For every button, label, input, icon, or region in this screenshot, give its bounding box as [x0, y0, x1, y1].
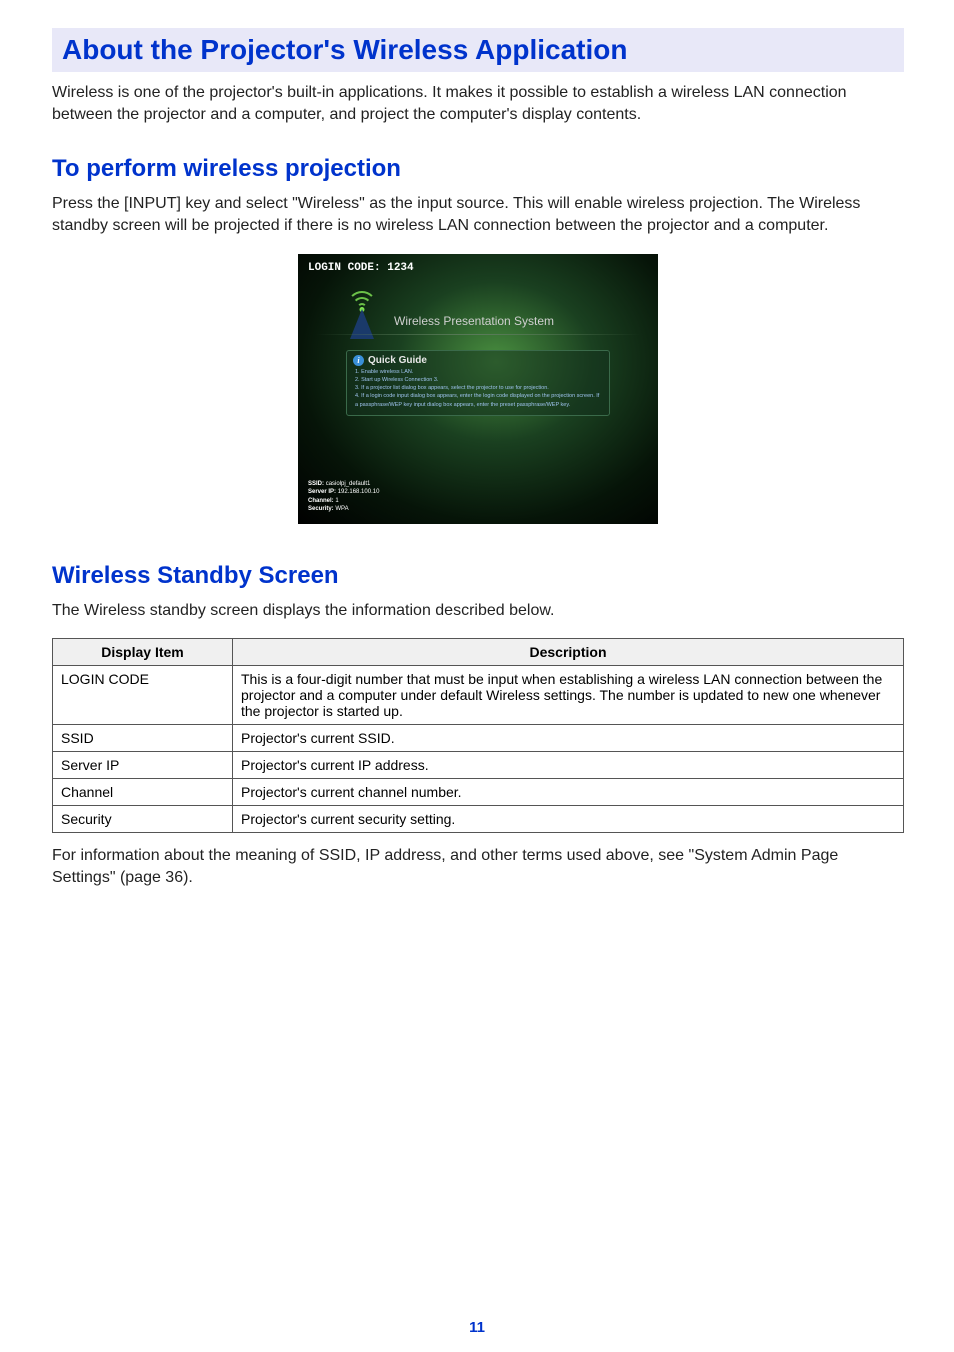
- page-title: About the Projector's Wireless Applicati…: [62, 34, 894, 66]
- title-banner: About the Projector's Wireless Applicati…: [52, 28, 904, 72]
- server-ip-value: 192.168.100.10: [338, 489, 380, 495]
- cell-desc: Projector's current security setting.: [233, 805, 904, 832]
- quick-guide-panel: i Quick Guide 1. Enable wireless LAN. 2.…: [346, 350, 610, 416]
- th-description: Description: [233, 638, 904, 665]
- cell-desc: Projector's current IP address.: [233, 751, 904, 778]
- system-title: Wireless Presentation System: [394, 314, 554, 328]
- section-2-body: The Wireless standby screen displays the…: [52, 600, 904, 622]
- th-display-item: Display Item: [53, 638, 233, 665]
- table-row: Security Projector's current security se…: [53, 805, 904, 832]
- table-row: Server IP Projector's current IP address…: [53, 751, 904, 778]
- wifi-icon: [343, 289, 381, 339]
- qg-step: 4. If a login code input dialog box appe…: [353, 392, 603, 409]
- channel-label: Channel:: [308, 498, 334, 504]
- table-row: SSID Projector's current SSID.: [53, 724, 904, 751]
- intro-paragraph: Wireless is one of the projector's built…: [52, 82, 904, 127]
- after-table-note: For information about the meaning of SSI…: [52, 845, 904, 890]
- standby-screenshot: LOGIN CODE: 1234 Wireless Presentation S…: [298, 254, 658, 524]
- channel-value: 1: [335, 498, 338, 504]
- table-row: LOGIN CODE This is a four-digit number t…: [53, 665, 904, 724]
- section-1-body: Press the [INPUT] key and select "Wirele…: [52, 193, 904, 238]
- cell-item: SSID: [53, 724, 233, 751]
- section-2-heading: Wireless Standby Screen: [52, 562, 904, 590]
- cell-desc: This is a four-digit number that must be…: [233, 665, 904, 724]
- quick-guide-header: i Quick Guide: [353, 355, 603, 366]
- qg-step: 1. Enable wireless LAN.: [353, 368, 603, 376]
- quick-guide-title: Quick Guide: [368, 355, 427, 366]
- connection-info: SSID: casiolpj_default1 Server IP: 192.1…: [308, 480, 379, 514]
- page-number: 11: [469, 1319, 485, 1336]
- server-ip-label: Server IP:: [308, 489, 336, 495]
- table-row: Channel Projector's current channel numb…: [53, 778, 904, 805]
- login-code-label: LOGIN CODE: 1234: [308, 262, 414, 274]
- standby-table: Display Item Description LOGIN CODE This…: [52, 638, 904, 833]
- cell-item: Server IP: [53, 751, 233, 778]
- cell-item: LOGIN CODE: [53, 665, 233, 724]
- cell-desc: Projector's current channel number.: [233, 778, 904, 805]
- ssid-label: SSID:: [308, 481, 324, 487]
- cell-desc: Projector's current SSID.: [233, 724, 904, 751]
- title-underline: [298, 334, 658, 335]
- section-1-heading: To perform wireless projection: [52, 155, 904, 183]
- qg-step: 2. Start up Wireless Connection 3.: [353, 376, 603, 384]
- qg-step: 3. If a projector list dialog box appear…: [353, 384, 603, 392]
- security-value: WPA: [335, 506, 348, 512]
- cell-item: Channel: [53, 778, 233, 805]
- info-icon: i: [353, 355, 364, 366]
- ssid-value: casiolpj_default1: [326, 481, 371, 487]
- cell-item: Security: [53, 805, 233, 832]
- quick-guide-list: 1. Enable wireless LAN. 2. Start up Wire…: [353, 368, 603, 409]
- security-label: Security:: [308, 506, 334, 512]
